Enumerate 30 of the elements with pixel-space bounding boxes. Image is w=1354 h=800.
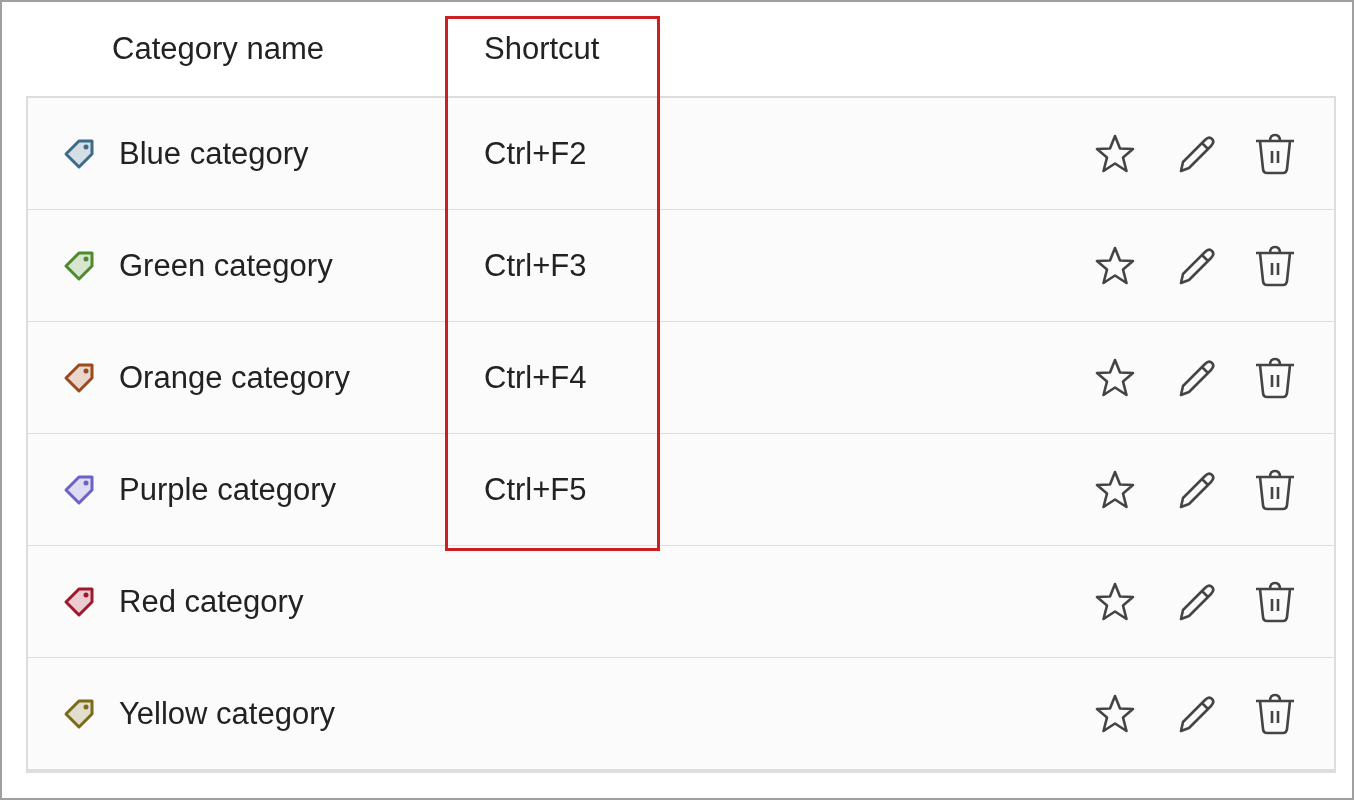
category-name: Yellow category bbox=[119, 695, 335, 732]
shortcut-text: Ctrl+F5 bbox=[484, 471, 587, 507]
category-name: Purple category bbox=[119, 471, 337, 508]
delete-icon[interactable] bbox=[1254, 244, 1296, 287]
shortcut-text: Ctrl+F2 bbox=[484, 135, 587, 171]
star-icon[interactable] bbox=[1094, 580, 1136, 623]
column-header: Category name bbox=[112, 31, 325, 67]
category-name: Red category bbox=[119, 583, 304, 620]
category-row[interactable]: Red category bbox=[28, 545, 1334, 657]
star-icon[interactable] bbox=[1094, 356, 1136, 399]
shortcut-text: Ctrl+F3 bbox=[484, 247, 587, 283]
star-icon[interactable] bbox=[1094, 468, 1136, 511]
delete-icon[interactable] bbox=[1254, 468, 1296, 511]
category-row[interactable]: Yellow category bbox=[28, 657, 1334, 769]
category-name: Blue category bbox=[119, 135, 309, 172]
category-name: Green category bbox=[119, 247, 333, 284]
category-row[interactable]: Blue category Ctrl+F2 bbox=[28, 98, 1334, 209]
category-name: Orange category bbox=[119, 359, 350, 396]
delete-icon[interactable] bbox=[1254, 356, 1296, 399]
category-row[interactable]: Purple category Ctrl+F5 bbox=[28, 433, 1334, 545]
star-icon[interactable] bbox=[1094, 132, 1136, 175]
delete-icon[interactable] bbox=[1254, 692, 1296, 735]
category-row[interactable]: Orange category Ctrl+F4 bbox=[28, 321, 1334, 433]
star-icon[interactable] bbox=[1094, 244, 1136, 287]
delete-icon[interactable] bbox=[1254, 132, 1296, 175]
star-icon[interactable] bbox=[1094, 692, 1136, 735]
shortcut-text: Ctrl+F4 bbox=[484, 359, 587, 395]
delete-icon[interactable] bbox=[1254, 580, 1296, 623]
category-row[interactable]: Green category Ctrl+F3 bbox=[28, 209, 1334, 321]
column-header: Shortcut bbox=[484, 31, 600, 67]
